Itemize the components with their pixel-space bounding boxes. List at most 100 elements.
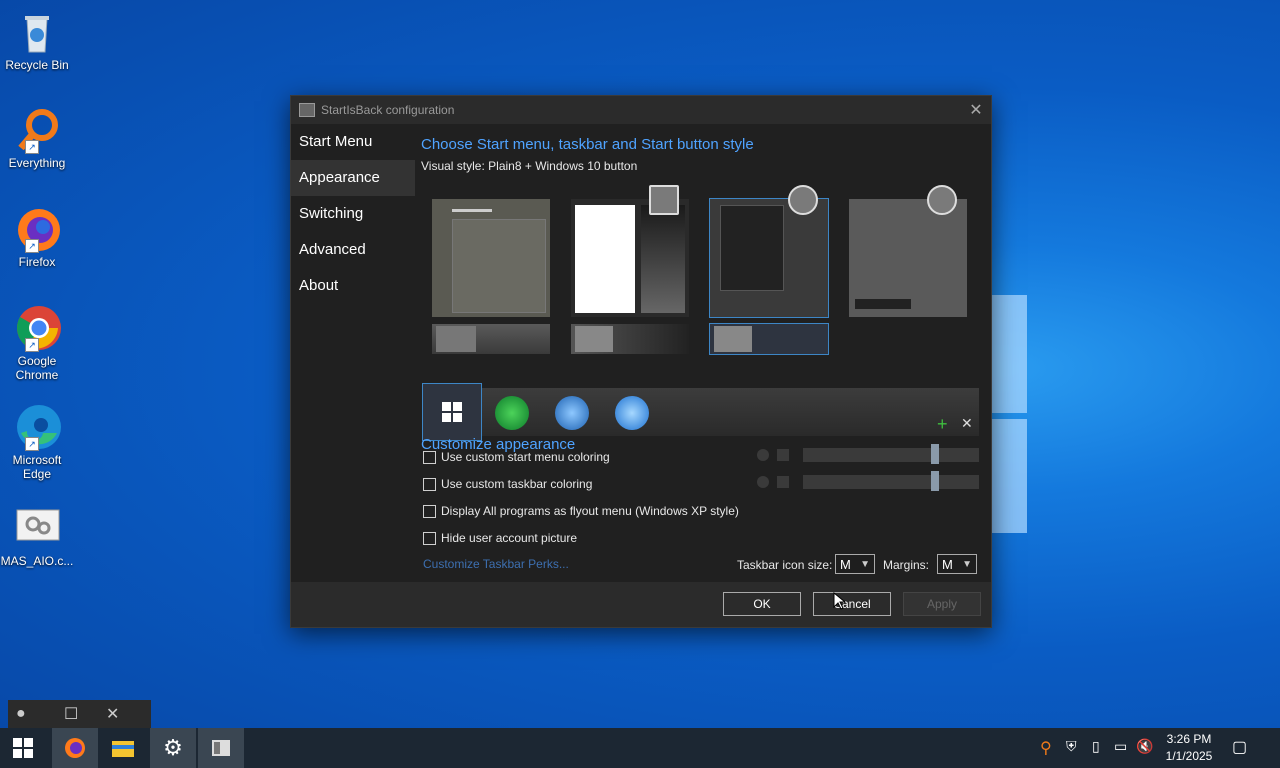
windows-logo-icon: [13, 738, 33, 758]
desktop-icon-label: Firefox: [18, 255, 56, 269]
desktop-icon-chrome[interactable]: ↗ Google Chrome: [0, 304, 74, 382]
option-label: Hide user account picture: [441, 531, 578, 545]
appearance-panel: Choose Start menu, taskbar and Start but…: [421, 124, 987, 582]
slider-thumb[interactable]: [931, 471, 939, 491]
style-option-windows8[interactable]: [849, 185, 967, 317]
customize-taskbar-perks-link[interactable]: Customize Taskbar Perks...: [423, 557, 569, 571]
option-flyout-all-programs[interactable]: Display All programs as flyout menu (Win…: [423, 504, 739, 518]
ok-button[interactable]: OK: [723, 592, 801, 616]
option-custom-taskbar-coloring[interactable]: Use custom taskbar coloring: [423, 477, 592, 491]
edge-icon: ↗: [13, 403, 61, 451]
taskbar-settings[interactable]: ⚙: [150, 728, 196, 768]
color-swatch[interactable]: [777, 476, 789, 488]
option-label: Use custom taskbar coloring: [441, 477, 593, 491]
folder-icon: [575, 326, 613, 352]
script-file-icon: [13, 504, 61, 552]
security-shield-icon[interactable]: ⛨: [1066, 738, 1077, 755]
desktop-icon-mas-aio[interactable]: MAS_AIO.c...: [0, 504, 74, 568]
style-option-plain8[interactable]: [709, 185, 829, 318]
taskbar-startisback[interactable]: [198, 728, 244, 768]
magnifier-icon: ↗: [13, 106, 61, 154]
start-orb-windows-vista[interactable]: [615, 396, 649, 430]
wallpaper-logo: [985, 295, 1033, 537]
checkbox[interactable]: [423, 531, 436, 545]
start-button[interactable]: [0, 728, 46, 768]
drop-icon: [757, 476, 769, 488]
user-avatar-icon: [788, 185, 818, 215]
checkbox[interactable]: [423, 504, 436, 518]
dialog-title: StartIsBack configuration: [321, 103, 455, 117]
clock-date: 1/1/2025: [1165, 749, 1213, 763]
desktop-icon-label: Microsoft Edge: [12, 453, 62, 481]
visual-style-label: Visual style:: [421, 159, 485, 173]
select-value: M: [942, 557, 953, 572]
firefox-icon: ↗: [13, 205, 61, 253]
close-icon[interactable]: ✕: [106, 704, 119, 724]
select-value: M: [840, 557, 851, 572]
start-orb-windows7[interactable]: [555, 396, 589, 430]
desktop-icon-edge[interactable]: ↗ Microsoft Edge: [0, 403, 74, 481]
style-option-windows7[interactable]: [571, 185, 689, 317]
everything-tray-icon[interactable]: ⚲: [1040, 738, 1052, 758]
apply-button[interactable]: Apply: [903, 592, 981, 616]
cancel-button[interactable]: Cancel: [813, 592, 891, 616]
start-menu-opacity-slider[interactable]: [803, 444, 979, 464]
usb-device-icon[interactable]: ▯: [1092, 738, 1100, 755]
startisback-config-dialog: StartIsBack configuration ✕ Start Menu A…: [290, 95, 992, 628]
desktop-icon-label: Recycle Bin: [5, 58, 69, 72]
recycle-bin-icon: [13, 8, 61, 56]
nav-item-advanced[interactable]: Advanced: [291, 232, 415, 268]
taskbar: ⚙ ⚲ ⛨ ▯ ▭ 🔇 3:26 PM 1/1/2025 ▢: [0, 728, 1280, 768]
volume-muted-icon[interactable]: 🔇: [1136, 738, 1153, 755]
taskbar-file-explorer[interactable]: [100, 728, 146, 768]
desktop-icon-firefox[interactable]: ↗ Firefox: [0, 205, 74, 269]
taskbar-style-windows10[interactable]: [432, 324, 550, 354]
shortcut-arrow-icon: ↗: [25, 338, 39, 352]
network-icon[interactable]: ▭: [1114, 738, 1127, 755]
clock-time: 3:26 PM: [1166, 732, 1212, 746]
drop-icon: [757, 449, 769, 461]
checkbox[interactable]: [423, 477, 436, 491]
taskbar-icon-size-label: Taskbar icon size:: [737, 558, 833, 572]
taskbar-opacity-slider[interactable]: [803, 471, 979, 491]
chevron-down-icon: ▼: [962, 559, 972, 570]
folder-icon: [436, 326, 476, 352]
checkbox[interactable]: [423, 450, 436, 464]
taskbar-icon-size-select[interactable]: M ▼: [835, 554, 875, 574]
nav-item-switching[interactable]: Switching: [291, 196, 415, 232]
style-option-windows10[interactable]: [432, 199, 550, 317]
taskbar-firefox[interactable]: [52, 728, 98, 768]
desktop-icon-everything[interactable]: ↗ Everything: [0, 106, 74, 170]
add-icon[interactable]: +: [937, 414, 948, 435]
color-swatch[interactable]: [777, 449, 789, 461]
style-heading: Choose Start menu, taskbar and Start but…: [421, 136, 754, 153]
taskbar-style-plain8[interactable]: [709, 323, 829, 355]
start-button-windows10[interactable]: [422, 383, 482, 441]
option-hide-user-picture[interactable]: Hide user account picture: [423, 531, 577, 545]
shortcut-arrow-icon: ↗: [25, 437, 39, 451]
maximize-icon[interactable]: ☐: [64, 704, 84, 724]
taskbar-style-windows7[interactable]: [571, 324, 689, 354]
chrome-icon: ↗: [13, 304, 61, 352]
dialog-titlebar[interactable]: StartIsBack configuration ✕: [291, 96, 991, 124]
close-icon[interactable]: ✕: [961, 100, 991, 120]
start-orb-clover[interactable]: [495, 396, 529, 430]
option-custom-start-menu-coloring[interactable]: Use custom start menu coloring: [423, 450, 610, 464]
nav-item-appearance[interactable]: Appearance: [291, 160, 415, 196]
app-icon: [299, 103, 315, 117]
nav-item-start-menu[interactable]: Start Menu: [291, 124, 415, 160]
margins-select[interactable]: M ▼: [937, 554, 977, 574]
chevron-down-icon: ▼: [860, 559, 870, 570]
nav-item-about[interactable]: About: [291, 268, 415, 304]
gear-icon: ⚙: [163, 735, 183, 760]
desktop-icon-recycle-bin[interactable]: Recycle Bin: [0, 8, 74, 72]
user-avatar-icon: [649, 185, 679, 215]
remove-icon[interactable]: ✕: [961, 415, 973, 432]
slider-thumb[interactable]: [931, 444, 939, 464]
notification-center-icon[interactable]: ▢: [1232, 737, 1247, 757]
windows-logo-icon: [442, 402, 462, 422]
desktop-icon-label: Everything: [8, 156, 66, 170]
desktop-icon-label: Google Chrome: [15, 354, 59, 382]
visual-style-line: Visual style: Plain8 + Windows 10 button: [421, 159, 987, 173]
system-clock[interactable]: 3:26 PM 1/1/2025: [1158, 731, 1220, 765]
